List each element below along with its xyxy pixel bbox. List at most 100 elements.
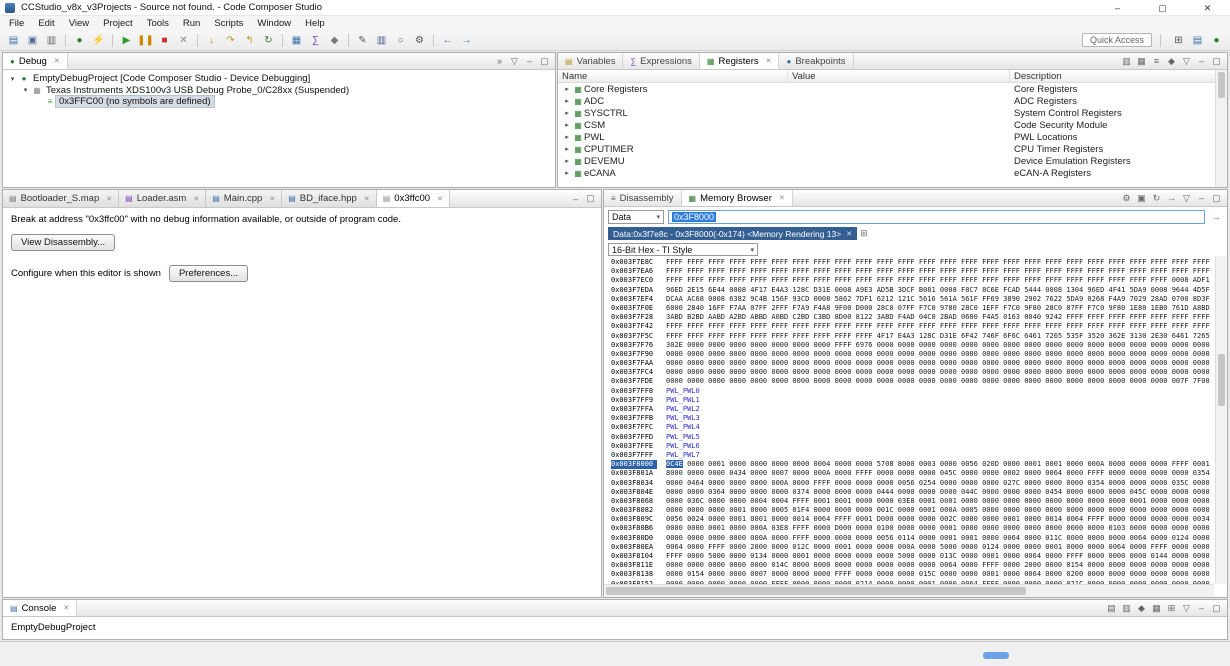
editor-tab-bootloader-s-map[interactable]: ▤Bootloader_S.map✕	[3, 190, 119, 207]
memory-row[interactable]: 0x003F7E8CFFFF FFFF FFFF FFFF FFFF FFFF …	[606, 258, 1214, 267]
tree-expander-icon[interactable]: ▾	[7, 75, 18, 83]
memory-row[interactable]: 0x003F7EF4DCAA AC68 0008 6382 9C4B 156F …	[606, 295, 1214, 304]
tab-console[interactable]: ▤ Console ✕	[3, 600, 77, 616]
memory-row[interactable]: 0x003F7FF9PWL_PWL1	[606, 396, 1214, 405]
memory-row[interactable]: 0x003F811E0000 0000 0000 0000 0000 014C …	[606, 561, 1214, 570]
memory-row[interactable]: 0x003F7EC0FFFF FFFF FFFF FFFF FFFF FFFF …	[606, 276, 1214, 285]
editor-tab-0x3ffc00[interactable]: ▤0x3ffc00✕	[377, 190, 450, 207]
memory-style-select[interactable]: 16-Bit Hex - TI Style ▾	[608, 243, 758, 256]
maximize-icon[interactable]: ▢	[583, 193, 598, 204]
close-icon[interactable]: ✕	[766, 57, 772, 65]
menu-project[interactable]: Project	[96, 18, 140, 29]
maximize-icon[interactable]: ▢	[1209, 56, 1224, 67]
memory-row[interactable]: 0x003F7F5CFFFF FFFF FFFF FFFF FFFF FFFF …	[606, 332, 1214, 341]
register-row[interactable]: ▸▦Core RegistersCore Registers	[558, 83, 1227, 95]
export-icon[interactable]: →	[1164, 193, 1179, 203]
register-row[interactable]: ▸▦SYSCTRLSystem Control Registers	[558, 107, 1227, 119]
memory-row[interactable]: 0x003F7FFCPWL_PWL4	[606, 423, 1214, 432]
memory-row[interactable]: 0x003F80000C4E 0000 0001 0000 0000 0000 …	[606, 460, 1214, 469]
debug-tree-item[interactable]: ≡0x3FFC00 (no symbols are defined)	[3, 96, 555, 108]
memory-rendering-tab[interactable]: Data:0x3f7e8c - 0x3F8000(-0x174) <Memory…	[608, 227, 857, 240]
clear-console-icon[interactable]: ▤	[1104, 603, 1119, 614]
scrollbar-thumb[interactable]	[1218, 354, 1225, 406]
menu-view[interactable]: View	[62, 18, 96, 29]
save-icon[interactable]: ▣	[24, 32, 41, 48]
preferences-button[interactable]: Preferences...	[169, 265, 248, 282]
register-row[interactable]: ▸▦ADCADC Registers	[558, 95, 1227, 107]
menu-edit[interactable]: Edit	[31, 18, 61, 29]
menu-scripts[interactable]: Scripts	[207, 18, 250, 29]
chevron-right-icon[interactable]: ▸	[562, 169, 572, 177]
memory-row[interactable]: 0x003F7EDA96ED 2E15 6E44 0008 4F17 E4A3 …	[606, 286, 1214, 295]
view-menu-icon[interactable]: ▽	[1179, 603, 1194, 614]
tab-memory-browser[interactable]: ▦Memory Browser✕	[682, 190, 793, 206]
close-icon[interactable]: ✕	[846, 230, 852, 238]
chevron-right-icon[interactable]: ▸	[562, 109, 572, 117]
tab-breakpoints[interactable]: ●Breakpoints	[779, 53, 853, 69]
memory-row[interactable]: 0x003F80EA0064 0000 FFFF 0000 2000 0000 …	[606, 543, 1214, 552]
memory-row[interactable]: 0x003F80820000 0000 0000 0001 0000 0005 …	[606, 506, 1214, 515]
resume-icon[interactable]: ▶	[118, 32, 135, 48]
scrollbar-thumb[interactable]	[606, 587, 1026, 595]
memory-row[interactable]: 0x003F8104FFFF 0000 5000 0000 0134 0000 …	[606, 552, 1214, 561]
minimize-icon[interactable]: –	[1194, 56, 1209, 66]
menu-tools[interactable]: Tools	[140, 18, 176, 29]
memory-row[interactable]: 0x003F7FFFPWL_PWL7	[606, 451, 1214, 460]
more-toolbar-icon[interactable]: »	[492, 56, 507, 66]
memory-row[interactable]: 0x003F801A8000 0000 0000 0434 0000 0007 …	[606, 469, 1214, 478]
register-row[interactable]: ▸▦DEVEMUDevice Emulation Registers	[558, 155, 1227, 167]
view-menu-icon[interactable]: ▽	[1179, 56, 1194, 67]
close-button[interactable]: ✕	[1185, 0, 1230, 15]
quick-access-button[interactable]: Quick Access	[1082, 33, 1152, 47]
chevron-right-icon[interactable]: ▸	[562, 157, 572, 165]
memory-row[interactable]: 0x003F7FAA0000 0000 0000 0000 0000 0000 …	[606, 359, 1214, 368]
gear-icon[interactable]: ⚙	[1119, 193, 1134, 204]
editor-tab-bd-iface-hpp[interactable]: ▤BD_iface.hpp✕	[282, 190, 376, 207]
minimize-button[interactable]: –	[1095, 0, 1140, 15]
menu-run[interactable]: Run	[176, 18, 207, 29]
close-icon[interactable]: ✕	[437, 195, 443, 203]
memory-icon[interactable]: ▥	[373, 32, 390, 48]
editor-tab-loader-asm[interactable]: ▤Loader.asm✕	[119, 190, 206, 207]
tab-expressions[interactable]: ∑Expressions	[623, 53, 699, 69]
chevron-right-icon[interactable]: ▸	[562, 121, 572, 129]
step-return-icon[interactable]: ↰	[241, 32, 258, 48]
new-file-icon[interactable]: ▤	[5, 32, 22, 48]
memory-scope-select[interactable]: Data ▾	[608, 210, 664, 224]
pin-icon[interactable]: ◆	[1164, 56, 1179, 67]
memory-row[interactable]: 0x003F7F0E6000 2840 16FF F7AA 07FF 2FFF …	[606, 304, 1214, 313]
tab-registers[interactable]: ▦Registers✕	[700, 53, 780, 69]
memory-row[interactable]: 0x003F7F283ABD B2BD AABD A2BD ABBD A0BD …	[606, 313, 1214, 322]
tab-variables[interactable]: ▤Variables	[558, 53, 623, 69]
maximize-button[interactable]: ▢	[1140, 0, 1185, 15]
back-icon[interactable]: ←	[439, 32, 456, 48]
memory-row[interactable]: 0x003F7FFAPWL_PWL2	[606, 405, 1214, 414]
memory-row[interactable]: 0x003F7FFEPWL_PWL6	[606, 442, 1214, 451]
menu-file[interactable]: File	[2, 18, 31, 29]
memory-row[interactable]: 0x003F809C0056 0024 0000 0001 0001 0000 …	[606, 515, 1214, 524]
memory-horizontal-scrollbar[interactable]	[604, 584, 1214, 597]
open-perspective-icon[interactable]: ⊞	[1170, 32, 1187, 48]
save-memory-icon[interactable]: ▣	[1134, 193, 1149, 204]
pin-icon[interactable]: ◆	[326, 32, 343, 48]
chevron-right-icon[interactable]: ▸	[562, 133, 572, 141]
view-menu-icon[interactable]: ▽	[1179, 193, 1194, 204]
minimize-icon[interactable]: –	[568, 194, 583, 204]
print-icon[interactable]: ▥	[43, 32, 60, 48]
memory-row[interactable]: 0x003F804E0000 0000 0364 0000 0000 0000 …	[606, 488, 1214, 497]
ccs-edit-perspective-icon[interactable]: ▤	[1189, 32, 1206, 48]
memory-vertical-scrollbar[interactable]	[1215, 256, 1227, 584]
registers-scrollbar[interactable]	[1215, 70, 1227, 187]
debug-tree-item[interactable]: ▾▦Texas Instruments XDS100v3 USB Debug P…	[3, 85, 555, 97]
minimize-icon[interactable]: –	[1194, 603, 1209, 613]
menu-window[interactable]: Window	[250, 18, 298, 29]
go-icon[interactable]: →	[1209, 212, 1223, 222]
registers-grid-icon[interactable]: ▦	[288, 32, 305, 48]
chevron-right-icon[interactable]: ▸	[562, 97, 572, 105]
memory-row[interactable]: 0x003F7FFBPWL_PWL3	[606, 414, 1214, 423]
pin-console-icon[interactable]: ◆	[1134, 603, 1149, 614]
close-icon[interactable]: ✕	[63, 604, 69, 612]
memory-row[interactable]: 0x003F7EA6FFFF FFFF FFFF FFFF FFFF FFFF …	[606, 267, 1214, 276]
memory-row[interactable]: 0x003F7FFDPWL_PWL5	[606, 433, 1214, 442]
terminate-icon[interactable]: ■	[156, 32, 173, 48]
